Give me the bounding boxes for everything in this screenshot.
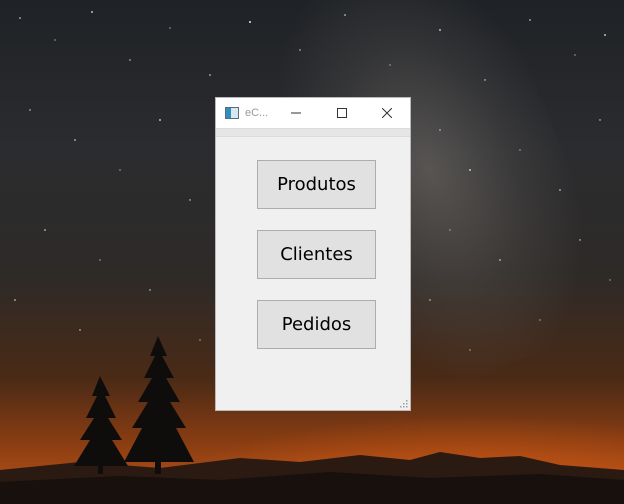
app-icon [225, 107, 239, 119]
minimize-button[interactable] [273, 98, 319, 128]
clientes-button[interactable]: Clientes [257, 230, 376, 279]
maximize-icon [337, 108, 347, 118]
close-icon [382, 108, 392, 118]
resize-grip-icon[interactable] [398, 398, 408, 408]
pedidos-button[interactable]: Pedidos [257, 300, 376, 349]
window-client-area: Produtos Clientes Pedidos [216, 137, 410, 410]
app-window: eC... Produtos Clientes Pedidos [216, 98, 410, 410]
minimize-icon [291, 112, 301, 114]
close-button[interactable] [364, 98, 410, 128]
maximize-button[interactable] [319, 98, 365, 128]
window-top-strip [216, 128, 410, 137]
title-bar[interactable]: eC... [216, 98, 410, 128]
produtos-button[interactable]: Produtos [257, 160, 376, 209]
window-title: eC... [245, 107, 269, 119]
